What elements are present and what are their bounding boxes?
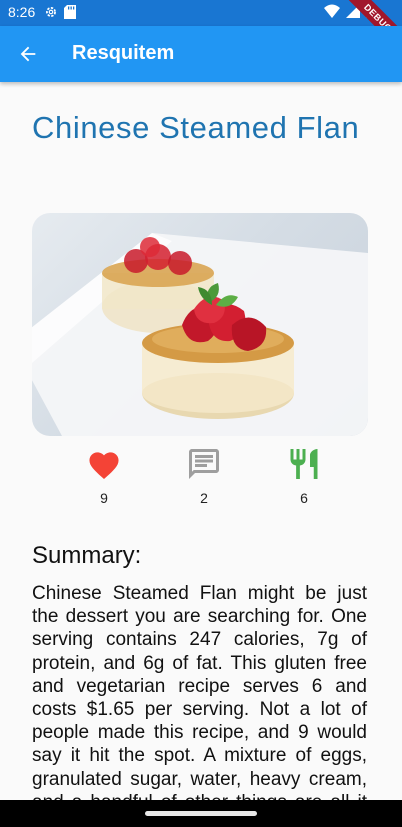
home-gesture-handle[interactable] <box>145 811 257 816</box>
servings-count: 6 <box>300 490 308 506</box>
summary-heading: Summary: <box>32 542 142 569</box>
recipe-detail[interactable]: Chinese Steamed Flan 9 2 6 Summary: Chin… <box>0 82 402 800</box>
comment-icon <box>184 446 224 482</box>
sd-card-icon <box>64 5 76 22</box>
summary-text: Chinese Steamed Flan might be just the d… <box>32 583 367 800</box>
system-nav-bar <box>0 800 402 827</box>
wifi-icon <box>324 4 340 21</box>
likes-count: 9 <box>100 490 108 506</box>
arrow-back-icon <box>20 46 36 62</box>
comments-stat[interactable]: 2 <box>184 446 224 506</box>
app-bar: Resquitem <box>0 26 402 82</box>
settings-icon <box>44 5 58 22</box>
recipe-title: Chinese Steamed Flan <box>32 110 360 145</box>
status-time: 8:26 <box>8 4 36 20</box>
recipe-image <box>32 213 368 436</box>
app-bar-title: Resquitem <box>72 42 175 64</box>
back-button[interactable] <box>14 40 42 68</box>
servings-stat[interactable]: 6 <box>284 446 324 506</box>
likes-stat[interactable]: 9 <box>84 446 124 506</box>
heart-icon <box>84 446 124 482</box>
comments-count: 2 <box>200 490 208 506</box>
status-bar: 8:26 <box>0 0 402 26</box>
utensils-icon <box>284 446 324 482</box>
